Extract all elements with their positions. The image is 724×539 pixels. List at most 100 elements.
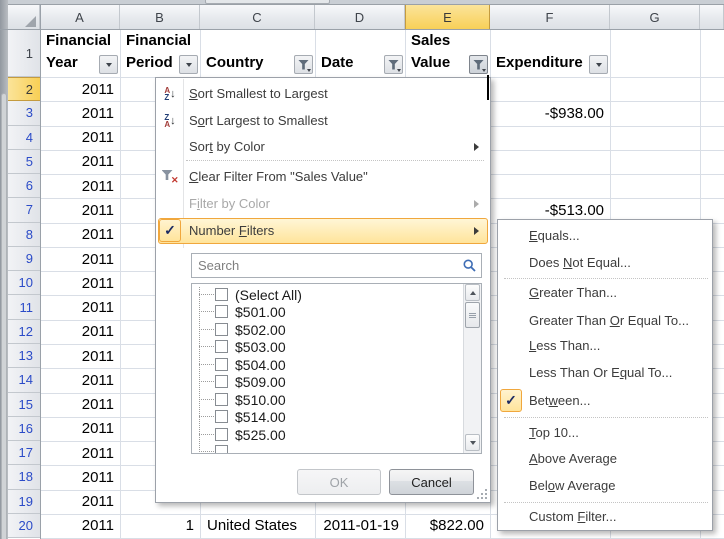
row-header-12[interactable]: 12 — [8, 320, 40, 344]
row-header-19[interactable]: 19 — [8, 490, 40, 514]
scroll-down-button[interactable] — [465, 434, 480, 451]
value-checkbox-501-00[interactable] — [215, 305, 228, 318]
row-header-14[interactable]: 14 — [8, 368, 40, 392]
search-icon — [463, 259, 476, 272]
submenu-separator — [504, 502, 708, 503]
column-header-d[interactable]: D — [315, 5, 405, 30]
row-header-8[interactable]: 8 — [8, 223, 40, 247]
filter-button-date[interactable] — [384, 55, 403, 74]
active-cell-border — [487, 75, 489, 100]
cell-b20[interactable]: 1 — [120, 514, 200, 538]
row-header-10[interactable]: 10 — [8, 271, 40, 295]
menu-item-sort-by-color[interactable]: Sort by Color — [189, 134, 471, 160]
cancel-button[interactable]: Cancel — [389, 469, 474, 495]
select-all-corner[interactable] — [8, 5, 40, 30]
submenu-item-greater-than-or-equal-to[interactable]: Greater Than Or Equal To... — [529, 308, 709, 334]
submenu-item-top-10[interactable]: Top 10... — [529, 420, 709, 446]
row-header-20[interactable]: 20 — [8, 514, 40, 538]
cell-a5[interactable]: 2011 — [40, 150, 120, 174]
column-header-c[interactable]: C — [200, 5, 315, 30]
row-header-4[interactable]: 4 — [8, 126, 40, 150]
value-checkbox-select-all[interactable] — [215, 288, 228, 301]
value-checkbox-509-00[interactable] — [215, 375, 228, 388]
submenu-item-custom-filter[interactable]: Custom Filter... — [529, 504, 709, 530]
submenu-arrow-icon — [474, 227, 479, 235]
filter-button-sales-value[interactable] — [469, 55, 488, 74]
dropdown-arrow-icon — [596, 63, 602, 67]
value-checkbox-510-00[interactable] — [215, 393, 228, 406]
submenu-item-below-average[interactable]: Below Average — [529, 473, 709, 499]
cell-a15[interactable]: 2011 — [40, 393, 120, 417]
cell-a11[interactable]: 2011 — [40, 295, 120, 319]
left-scrollbar-thumb[interactable] — [1, 93, 7, 539]
cell-a20[interactable]: 2011 — [40, 514, 120, 538]
submenu-item-less-than-or-equal-to[interactable]: Less Than Or Equal To... — [529, 360, 709, 386]
row-header-2[interactable]: 2 — [8, 77, 40, 101]
column-header-e[interactable]: E — [405, 5, 490, 30]
column-header-a[interactable]: A — [40, 5, 120, 30]
cell-a2[interactable]: 2011 — [40, 77, 120, 101]
cell-a17[interactable]: 2011 — [40, 441, 120, 465]
menu-item-sort-largest-to-smallest[interactable]: Sort Largest to Smallest — [189, 108, 471, 134]
row-header-9[interactable]: 9 — [8, 247, 40, 271]
cell-a16[interactable]: 2011 — [40, 417, 120, 441]
value-checkbox-504-00[interactable] — [215, 358, 228, 371]
dropdown-button-expenditure[interactable] — [589, 55, 608, 74]
resize-grip[interactable] — [485, 489, 487, 491]
value-label: $525.00 — [235, 426, 286, 444]
scroll-thumb[interactable] — [465, 302, 480, 328]
row-header-11[interactable]: 11 — [8, 295, 40, 319]
cell-a3[interactable]: 2011 — [40, 101, 120, 125]
submenu-item-less-than[interactable]: Less Than... — [529, 333, 709, 359]
row-header-5[interactable]: 5 — [8, 150, 40, 174]
row-header-18[interactable]: 18 — [8, 465, 40, 489]
value-checkbox-partial[interactable] — [215, 445, 228, 454]
search-input[interactable] — [192, 254, 460, 277]
row-header-1[interactable]: 1 — [8, 30, 40, 77]
row-header-15[interactable]: 15 — [8, 393, 40, 417]
tree-stub — [199, 434, 214, 435]
row-header-16[interactable]: 16 — [8, 417, 40, 441]
scroll-up-button[interactable] — [465, 284, 480, 301]
menu-item-number-filters[interactable]: Number Filters — [189, 218, 471, 244]
cell-f3[interactable]: -$938.00 — [490, 101, 610, 125]
filter-button-country[interactable] — [294, 55, 313, 74]
cell-a9[interactable]: 2011 — [40, 247, 120, 271]
row-header-6[interactable]: 6 — [8, 174, 40, 198]
value-checkbox-514-00[interactable] — [215, 410, 228, 423]
menu-item-sort-smallest-to-largest[interactable]: Sort Smallest to Largest — [189, 81, 471, 107]
menu-item-clear-filter-from-sales-value[interactable]: Clear Filter From "Sales Value" — [189, 164, 471, 190]
row-header-17[interactable]: 17 — [8, 441, 40, 465]
column-header-b[interactable]: B — [120, 5, 200, 30]
filter-funnel-icon — [473, 60, 484, 70]
cell-a12[interactable]: 2011 — [40, 320, 120, 344]
submenu-item-greater-than[interactable]: Greater Than... — [529, 280, 709, 306]
cell-a19[interactable]: 2011 — [40, 490, 120, 514]
submenu-item-does-not-equal[interactable]: Does Not Equal... — [529, 250, 709, 276]
submenu-item-above-average[interactable]: Above Average — [529, 446, 709, 472]
cell-a10[interactable]: 2011 — [40, 271, 120, 295]
dropdown-button-financial-period[interactable] — [179, 55, 198, 74]
value-checkbox-525-00[interactable] — [215, 428, 228, 441]
value-checkbox-502-00[interactable] — [215, 323, 228, 336]
submenu-item-between[interactable]: Between... — [529, 388, 709, 414]
cell-e20[interactable]: $822.00 — [405, 514, 490, 538]
cell-a13[interactable]: 2011 — [40, 344, 120, 368]
row-header-3[interactable]: 3 — [8, 101, 40, 125]
submenu-item-equals[interactable]: Equals... — [529, 223, 709, 249]
search-box — [191, 253, 482, 278]
cell-d20[interactable]: 2011-01-19 — [315, 514, 405, 538]
cell-a6[interactable]: 2011 — [40, 174, 120, 198]
cell-a14[interactable]: 2011 — [40, 368, 120, 392]
cell-a4[interactable]: 2011 — [40, 126, 120, 150]
column-header-f[interactable]: F — [490, 5, 610, 30]
dropdown-button-financial-year[interactable] — [99, 55, 118, 74]
cell-a8[interactable]: 2011 — [40, 223, 120, 247]
column-header-g[interactable]: G — [610, 5, 700, 30]
cell-a7[interactable]: 2011 — [40, 198, 120, 222]
value-checkbox-503-00[interactable] — [215, 340, 228, 353]
cell-c20[interactable]: United States — [200, 514, 315, 538]
row-header-13[interactable]: 13 — [8, 344, 40, 368]
cell-a18[interactable]: 2011 — [40, 465, 120, 489]
row-header-7[interactable]: 7 — [8, 198, 40, 222]
